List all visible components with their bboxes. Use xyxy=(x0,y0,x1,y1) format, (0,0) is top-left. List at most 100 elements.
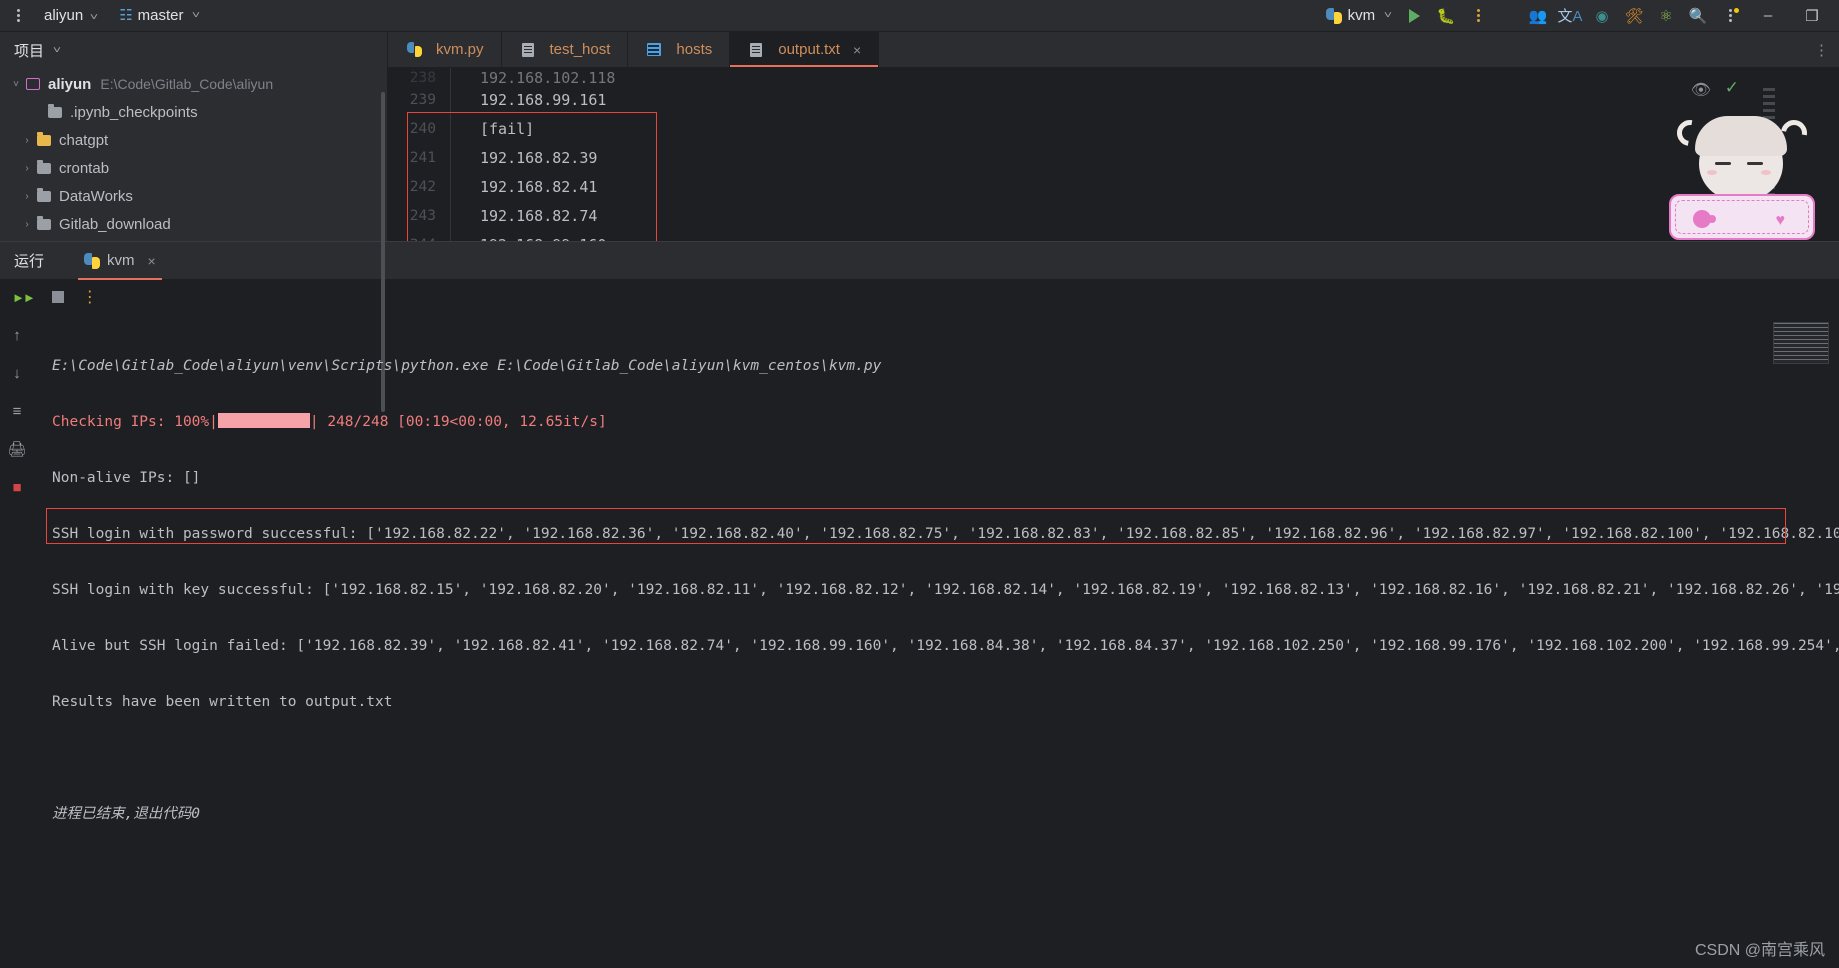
tree-label: .ipynb_checkpoints xyxy=(70,103,198,121)
code-line-244[interactable]: 244192.168.99.160 xyxy=(388,230,1839,242)
tree-label: Gitlab_download xyxy=(59,215,171,233)
search-icon[interactable]: 🔍 xyxy=(1683,3,1713,29)
editor-tab-actions[interactable]: ⋮ xyxy=(1814,32,1839,67)
run-tab-label: kvm xyxy=(107,252,135,269)
run-configuration-selector[interactable]: kvm ˅ xyxy=(1320,4,1397,27)
tree-label: chatgpt xyxy=(59,131,109,149)
more-actions-icon[interactable] xyxy=(1463,3,1493,29)
run-icon[interactable] xyxy=(1399,3,1429,29)
editor-area: kvm.py test_host hosts output.txt × ⋮ 238 192.… xyxy=(388,32,1839,241)
folder-open-icon xyxy=(24,78,42,90)
text-file-icon xyxy=(747,42,765,57)
console-line-progress: Checking IPs: 100%| | 248/248 [00:19<00:0… xyxy=(52,408,1839,436)
more-icon[interactable]: ⋮ xyxy=(1814,41,1829,59)
main-menu-icon[interactable] xyxy=(8,5,28,27)
rerun-icon[interactable]: ►► xyxy=(12,290,36,305)
editor-tab-test-host[interactable]: test_host xyxy=(502,32,629,67)
maximize-button[interactable]: ❐ xyxy=(1791,1,1833,31)
run-tab-kvm[interactable]: kvm × xyxy=(72,242,168,280)
project-selector[interactable]: aliyun ˅ xyxy=(34,5,101,26)
tree-row-dataworks[interactable]: › DataWorks xyxy=(0,182,387,210)
clear-all-icon[interactable]: ■ xyxy=(6,476,28,498)
code-line-240[interactable]: 240 [fail] xyxy=(388,114,1839,143)
tree-row-root[interactable]: ˅ aliyun E:\Code\Gitlab_Code\aliyun xyxy=(0,70,387,98)
flower-icon xyxy=(1693,210,1711,228)
line-number: 239 xyxy=(409,91,436,108)
more-icon[interactable]: ⋮ xyxy=(82,287,98,307)
code-line-238[interactable]: 238 192.168.102.118 xyxy=(388,71,1839,85)
run-tool-window: 运行 kvm × ►► ⋮ ↑ ↓ ≡ 🖨 ■ E:\Code\Gitlab_C… xyxy=(0,241,1839,968)
console-output[interactable]: E:\Code\Gitlab_Code\aliyun\venv\Scripts\… xyxy=(34,314,1839,968)
workspace: 项目 ˅ ˅ aliyun E:\Code\Gitlab_Code\aliyun… xyxy=(0,32,1839,412)
folder-icon xyxy=(35,187,53,202)
folder-icon xyxy=(35,215,53,230)
editor-tab-output-txt[interactable]: output.txt × xyxy=(730,32,880,67)
code-line-239[interactable]: 239 192.168.99.161 xyxy=(388,85,1839,114)
console-line-ssh-key: SSH login with key successful: ['192.168… xyxy=(52,582,1839,598)
branch-name-label: master xyxy=(137,7,184,24)
progress-prefix: Checking IPs: 100%| xyxy=(52,414,218,430)
settings-icon[interactable] xyxy=(1715,3,1745,29)
git-branch-icon: ☷ xyxy=(119,7,133,24)
line-text: 192.168.82.74 xyxy=(480,206,598,225)
console-line-command: E:\Code\Gitlab_Code\aliyun\venv\Scripts\… xyxy=(52,358,882,374)
project-tool-window-header[interactable]: 项目 ˅ xyxy=(0,32,387,68)
plugin-icon[interactable]: ⚛ xyxy=(1651,3,1681,29)
minimize-glyph: – xyxy=(1763,7,1773,24)
tree-row-crontab[interactable]: › crontab xyxy=(0,154,387,182)
notification-badge xyxy=(1734,7,1739,13)
tree-row-chatgpt[interactable]: › chatgpt xyxy=(0,126,387,154)
tree-row-gitlab-download[interactable]: › Gitlab_download xyxy=(0,210,387,238)
progress-bar xyxy=(217,413,310,428)
chevron-down-icon[interactable]: ˅ xyxy=(8,79,24,90)
chevron-right-icon[interactable]: › xyxy=(19,191,35,202)
code-line-242[interactable]: 242 192.168.82.41 xyxy=(388,172,1839,201)
console-minimap[interactable] xyxy=(1773,322,1829,364)
close-icon[interactable]: × xyxy=(148,253,156,269)
chevron-right-icon[interactable]: › xyxy=(19,219,35,230)
translate-icon[interactable]: 文A xyxy=(1555,3,1585,29)
minimize-button[interactable]: – xyxy=(1747,1,1789,31)
avatar-banner: ♥ xyxy=(1669,194,1815,240)
heart-icon: ♥ xyxy=(1775,212,1786,229)
watermark-text: CSDN @南宫乘风 xyxy=(1694,942,1825,959)
close-icon[interactable]: × xyxy=(853,42,861,58)
editor-tab-bar: kvm.py test_host hosts output.txt × ⋮ xyxy=(388,32,1839,68)
code-line-243[interactable]: 243 192.168.82.74 xyxy=(388,201,1839,230)
collaborate-icon[interactable]: 👥 xyxy=(1523,3,1553,29)
line-number: 242 xyxy=(409,178,436,195)
folder-icon xyxy=(35,131,53,146)
editor-tab-hosts[interactable]: hosts xyxy=(628,32,731,67)
editor-code-lines[interactable]: 238 192.168.102.118 239 192.168.99.161 240 [f… xyxy=(388,68,1839,241)
debug-icon[interactable]: 🐛 xyxy=(1431,3,1461,29)
chevron-down-icon: ˅ xyxy=(1383,10,1393,21)
chevron-right-icon[interactable]: › xyxy=(19,163,35,174)
branch-selector[interactable]: ☷ master ˅ xyxy=(119,7,199,24)
tree-label-root: aliyun xyxy=(48,75,92,93)
run-console-area: ↑ ↓ ≡ 🖨 ■ E:\Code\Gitlab_Code\aliyun\ven… xyxy=(0,314,1839,968)
project-tree[interactable]: ˅ aliyun E:\Code\Gitlab_Code\aliyun .ipy… xyxy=(0,68,387,241)
editor-output-txt[interactable]: 238 192.168.102.118 239 192.168.99.161 240 [f… xyxy=(388,68,1839,241)
scroll-up-icon[interactable]: ↑ xyxy=(6,324,28,346)
inspection-ok-icon[interactable]: ✓ xyxy=(1725,78,1739,98)
ai-assistant-icon[interactable]: ◉ xyxy=(1587,3,1617,29)
line-number: 241 xyxy=(409,149,436,166)
python-file-icon xyxy=(405,42,423,57)
toolbar-left: aliyun ˅ ☷ master ˅ xyxy=(0,5,200,27)
main-toolbar: aliyun ˅ ☷ master ˅ kvm ˅ 🐛 👥 文A ◉ 🛠 ⚛ 🔍… xyxy=(0,0,1839,32)
stop-icon[interactable] xyxy=(51,291,64,303)
console-line-results: Results have been written to output.txt xyxy=(52,694,393,710)
tools-icon[interactable]: 🛠 xyxy=(1619,3,1649,29)
scroll-down-icon[interactable]: ↓ xyxy=(6,362,28,384)
editor-tab-label: test_host xyxy=(549,41,611,58)
inspection-eye-icon[interactable]: 👁 xyxy=(1691,80,1711,100)
editor-tab-kvm-py[interactable]: kvm.py xyxy=(388,32,502,67)
tree-row--ipynb-checkpoints[interactable]: .ipynb_checkpoints xyxy=(0,98,387,126)
chevron-right-icon[interactable]: › xyxy=(19,135,35,146)
chevron-down-icon[interactable]: ˅ xyxy=(53,45,61,56)
project-name-label: aliyun xyxy=(44,7,84,24)
code-line-241[interactable]: 241 192.168.82.39 xyxy=(388,143,1839,172)
tree-row-kvm-centos[interactable]: ⌄kvm_centos xyxy=(0,238,387,241)
print-icon[interactable]: 🖨 xyxy=(6,438,28,460)
soft-wrap-icon[interactable]: ≡ xyxy=(6,400,28,422)
